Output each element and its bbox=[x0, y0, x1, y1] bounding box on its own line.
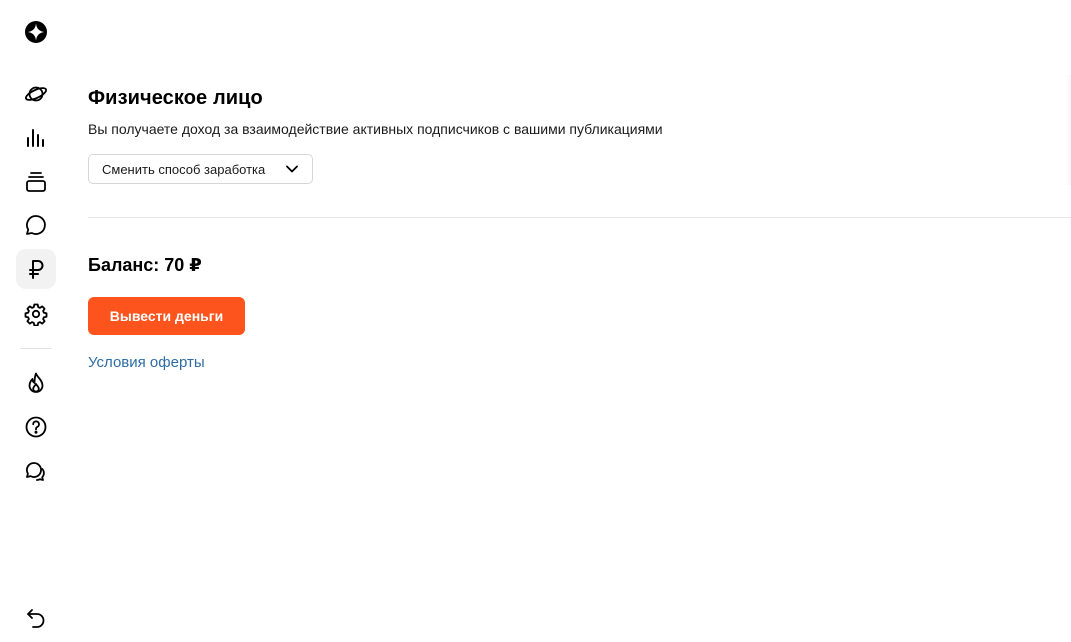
stack-icon[interactable] bbox=[16, 162, 56, 202]
chevron-down-icon bbox=[286, 165, 298, 173]
logo-icon[interactable] bbox=[16, 12, 56, 52]
comment-icon[interactable] bbox=[16, 205, 56, 245]
right-edge-shadow bbox=[1065, 75, 1071, 185]
chat-icon[interactable] bbox=[16, 451, 56, 491]
stats-icon[interactable] bbox=[16, 118, 56, 158]
ruble-icon[interactable] bbox=[16, 249, 56, 289]
change-earning-mode-select[interactable]: Сменить способ заработка bbox=[88, 154, 313, 184]
fire-icon[interactable] bbox=[16, 363, 56, 403]
page-title: Физическое лицо bbox=[88, 87, 263, 109]
sidebar bbox=[0, 0, 72, 642]
withdraw-button[interactable]: Вывести деньги bbox=[88, 297, 245, 335]
main-content: Физическое лицо Вы получаете доход за вз… bbox=[88, 0, 1071, 642]
section-divider bbox=[88, 217, 1071, 218]
gear-icon[interactable] bbox=[16, 294, 56, 334]
offer-terms-link[interactable]: Условия оферты bbox=[88, 354, 205, 371]
change-earning-mode-label: Сменить способ заработка bbox=[102, 161, 266, 177]
page-description: Вы получаете доход за взаимодействие акт… bbox=[88, 121, 663, 137]
sidebar-divider bbox=[20, 348, 52, 349]
planet-icon[interactable] bbox=[16, 74, 56, 114]
app: Физическое лицо Вы получаете доход за вз… bbox=[0, 0, 1071, 642]
balance-text: Баланс: 70 ₽ bbox=[88, 255, 202, 275]
help-icon[interactable] bbox=[16, 407, 56, 447]
back-icon[interactable] bbox=[16, 599, 56, 639]
